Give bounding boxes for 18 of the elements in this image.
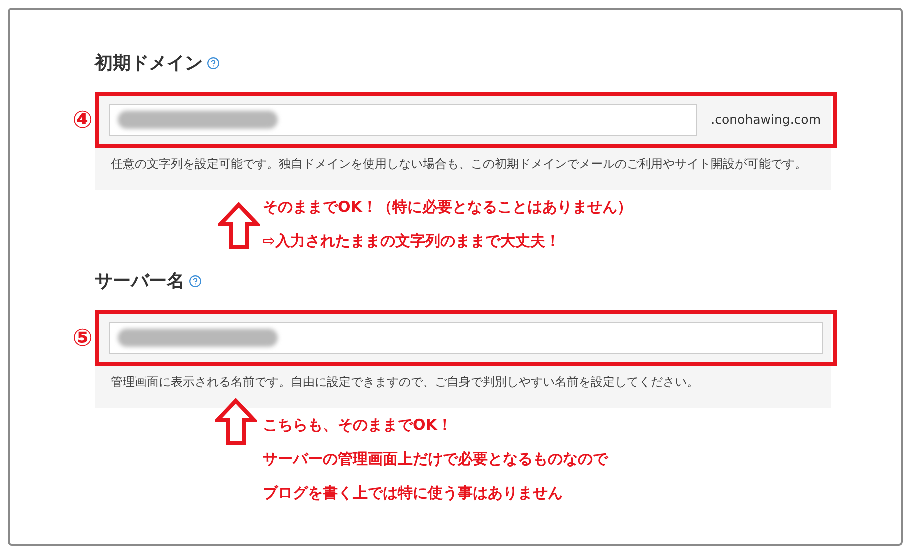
text-input[interactable] [109,322,823,354]
help-icon[interactable] [207,56,220,70]
step-number: ④ [72,108,93,132]
annotation-text: ⇨入力されたままの文字列のままで大丈夫！ [263,231,562,252]
field-label: 初期ドメイン [95,52,203,76]
help-text: 任意の文字列を設定可能です。独自ドメインを使用しない場合も、この初期ドメインでメールのご利用やサイト開設が可能です。 [110,156,808,173]
domain-suffix: .conohawing.com [711,110,822,129]
text-input[interactable] [109,104,698,136]
annotation-text: ブログを書く上では特に使う事はありません [263,483,564,504]
up-arrow-icon [218,202,260,250]
up-arrow-icon [215,398,257,446]
help-icon[interactable] [189,274,202,288]
annotation-text: こちらも、そのままでOK！ [263,415,454,436]
step-number: ⑤ [72,326,93,350]
field-label: サーバー名 [95,270,185,294]
annotation-text: そのままでOK！（特に必要となることはありません） [263,197,634,218]
annotation-text: サーバーの管理画面上だけで必要となるものなので [263,449,610,470]
help-text: 管理画面に表示される名前です。自由に設定できますので、ご自身で判別しやすい名前を設定してください。 [110,374,700,391]
